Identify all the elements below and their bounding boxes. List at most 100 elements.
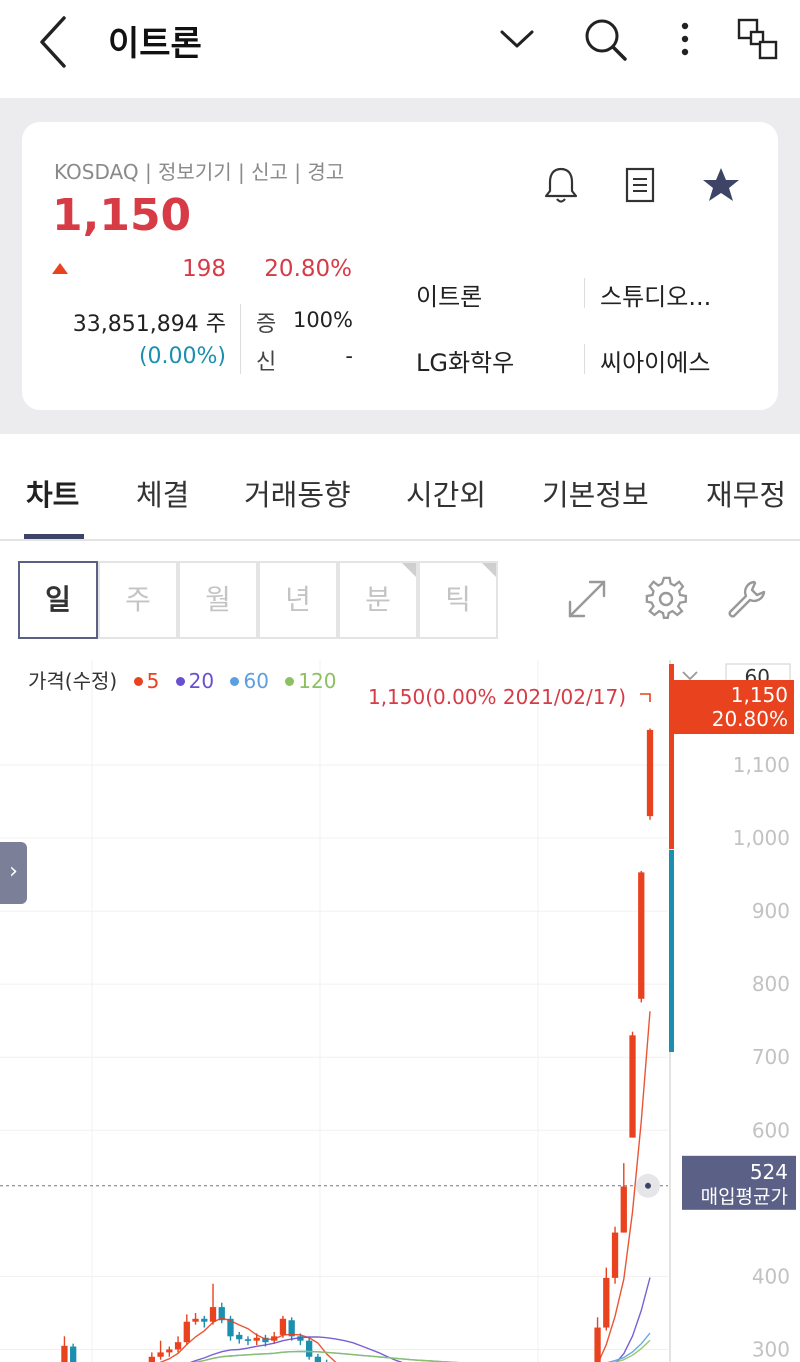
legend-title: 가격(수정): [28, 669, 118, 693]
divider: [240, 304, 241, 374]
candle-body: [603, 1277, 610, 1328]
candle-body: [166, 1349, 173, 1353]
back-icon[interactable]: [30, 12, 80, 68]
candle-body: [209, 1307, 217, 1322]
y-tick-label: 700: [752, 1045, 790, 1069]
candle-body: [61, 1345, 68, 1362]
credit-value: -: [345, 344, 353, 368]
period-label: 일: [45, 583, 71, 616]
related-stock-3[interactable]: LG화학우: [416, 343, 514, 378]
legend-dot: [285, 677, 295, 686]
memo-icon[interactable]: [619, 164, 661, 206]
period-year[interactable]: 년: [258, 561, 338, 639]
candle-body: [594, 1327, 601, 1362]
settings-icon[interactable]: [644, 576, 690, 622]
y-tick-label: 1,000: [733, 826, 790, 850]
candle-body: [314, 1356, 322, 1362]
volume-percent: (0.00%): [138, 344, 226, 369]
side-panel-handle[interactable]: ›: [0, 842, 27, 904]
y-tick-label: 900: [752, 899, 790, 923]
volume-profile-bar-up: [669, 664, 674, 849]
quote-card: KOSDAQ | 정보기기 | 신고 | 경고 1,150 198 20.80%…: [22, 122, 778, 410]
tab-basic-info[interactable]: 기본정보: [542, 472, 649, 514]
divider: [584, 278, 585, 308]
window-switch-icon[interactable]: [734, 14, 784, 64]
tab-trading-trend[interactable]: 거래동향: [244, 472, 351, 514]
related-stock-2[interactable]: 스튜디오...: [600, 277, 711, 312]
current-change-tag-value: 20.80%: [712, 707, 788, 731]
period-label: 분: [365, 583, 391, 616]
y-tick-label: 1,100: [733, 753, 790, 777]
candle-body: [620, 1186, 627, 1233]
up-arrow-icon: [52, 263, 68, 274]
bell-icon[interactable]: [540, 164, 582, 206]
credit-label: 신: [256, 350, 277, 375]
star-icon[interactable]: [700, 164, 742, 206]
y-tick-label: 600: [752, 1118, 790, 1142]
margin-value: 100%: [292, 308, 353, 332]
more-icon[interactable]: [660, 14, 710, 64]
current-price: 1,150: [52, 190, 192, 241]
legend-ma120: 120: [298, 669, 337, 693]
period-tick[interactable]: 틱: [418, 561, 498, 639]
period-week[interactable]: 주: [98, 561, 178, 639]
related-stock-1[interactable]: 이트론: [416, 277, 482, 312]
candle-body: [244, 1339, 252, 1341]
fold-corner-icon: [482, 563, 496, 577]
tab-trades[interactable]: 체결: [136, 472, 189, 514]
candle-body: [201, 1318, 208, 1322]
period-label: 년: [285, 583, 311, 616]
volume: 33,851,894 주: [72, 312, 226, 337]
wrench-icon[interactable]: [724, 576, 770, 622]
candle-body: [148, 1356, 155, 1362]
current-price-tag-value: 1,150: [731, 683, 788, 707]
legend-dot: [133, 677, 143, 686]
avg-price-value: 524: [750, 1160, 788, 1184]
volume-profile-bar-down: [669, 850, 674, 1052]
chevron-down-icon[interactable]: [492, 14, 542, 64]
legend-ma20: 20: [188, 669, 215, 693]
chevron-right-icon: ›: [9, 859, 18, 884]
candle-body: [192, 1318, 199, 1322]
margin-label: 증: [256, 312, 277, 337]
market-info: KOSDAQ | 정보기기 | 신고 | 경고: [54, 160, 345, 184]
avg-price-marker-dot: [645, 1182, 651, 1189]
candle-body: [638, 872, 645, 999]
candle-body: [253, 1337, 260, 1341]
search-icon[interactable]: [580, 14, 630, 64]
collapse-chevron-icon: [682, 671, 698, 681]
active-tab-indicator: [24, 534, 84, 539]
top-bar: 이트론: [0, 0, 800, 98]
tab-chart[interactable]: 차트: [26, 472, 79, 514]
page-title: 이트론: [108, 24, 202, 64]
avg-price-label: 매입평균가: [701, 1186, 788, 1208]
related-stock-4[interactable]: 씨아이에스: [600, 343, 710, 378]
candle-body: [70, 1346, 77, 1362]
moving-average-line: [159, 1011, 651, 1362]
period-minute[interactable]: 분: [338, 561, 418, 639]
candle-body: [306, 1340, 313, 1357]
candle-body: [279, 1318, 287, 1335]
last-price-annotation: 1,150(0.00% 2021/02/17): [368, 685, 626, 709]
y-tick-label: 300: [752, 1337, 790, 1361]
tab-after-hours[interactable]: 시간외: [406, 472, 486, 514]
y-tick-label: 400: [752, 1264, 790, 1288]
candle-body: [183, 1321, 190, 1343]
annotation-pointer: [640, 693, 651, 702]
legend-dot: [175, 677, 185, 686]
expand-icon[interactable]: [564, 576, 610, 622]
price-chart[interactable]: 1,100 1,000 900 800 700 600 400 300 524매입평균가 1,15…: [0, 660, 800, 1362]
candle-body: [629, 1035, 636, 1138]
legend-dot: [230, 677, 240, 686]
period-day[interactable]: 일: [18, 561, 98, 639]
price-change-percent: 20.80%: [264, 256, 352, 282]
price-change: 198: [182, 256, 226, 282]
legend-ma5: 5: [146, 669, 160, 693]
period-month[interactable]: 월: [178, 561, 258, 639]
period-label: 월: [205, 583, 231, 616]
tab-financials[interactable]: 재무정: [706, 472, 786, 514]
divider: [584, 344, 585, 374]
chart-legend: 가격(수정) 5 20 60 120: [28, 665, 336, 694]
candle-body: [174, 1342, 182, 1350]
fold-corner-icon: [402, 563, 416, 577]
